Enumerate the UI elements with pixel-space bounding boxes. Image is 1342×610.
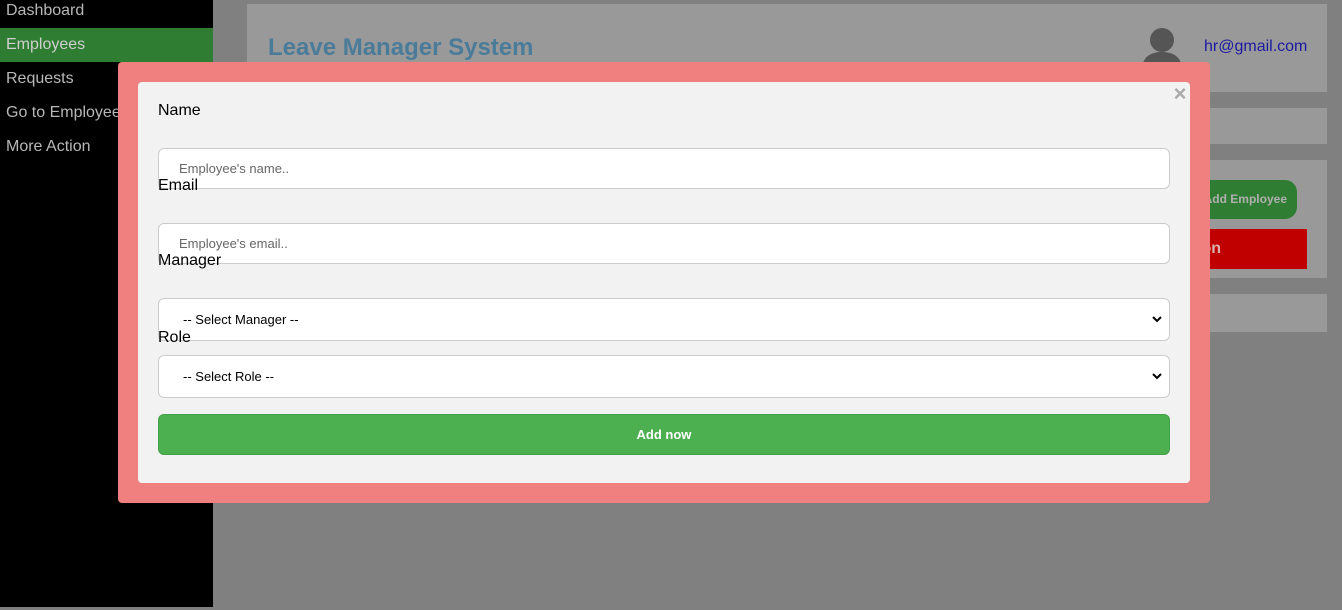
manager-select[interactable]: -- Select Manager -- (158, 298, 1170, 341)
sidebar-item-dashboard[interactable]: Dashboard (0, 0, 213, 28)
add-employee-modal: × Name Email Manager -- Select Manager -… (118, 62, 1210, 503)
close-icon[interactable]: × (1172, 83, 1188, 105)
page-title: Leave Manager System (268, 34, 534, 61)
email-label: Email (158, 177, 199, 194)
chevron-down-icon (1152, 316, 1162, 323)
manager-select-value: -- Select Manager -- (183, 312, 299, 327)
name-label: Name (158, 102, 201, 119)
email-input[interactable] (158, 223, 1170, 264)
sidebar-item-employees[interactable]: Employees (0, 28, 213, 62)
name-input[interactable] (158, 148, 1170, 189)
role-select-value: -- Select Role -- (183, 369, 275, 384)
modal-content: × Name Email Manager -- Select Manager -… (138, 82, 1190, 483)
role-label: Role (158, 329, 191, 346)
role-select[interactable]: -- Select Role -- (158, 355, 1170, 398)
user-email-link[interactable]: hr@gmail.com (1204, 38, 1307, 56)
manager-label: Manager (158, 252, 222, 269)
add-now-button[interactable]: Add now (158, 414, 1170, 455)
chevron-down-icon (1152, 373, 1162, 380)
